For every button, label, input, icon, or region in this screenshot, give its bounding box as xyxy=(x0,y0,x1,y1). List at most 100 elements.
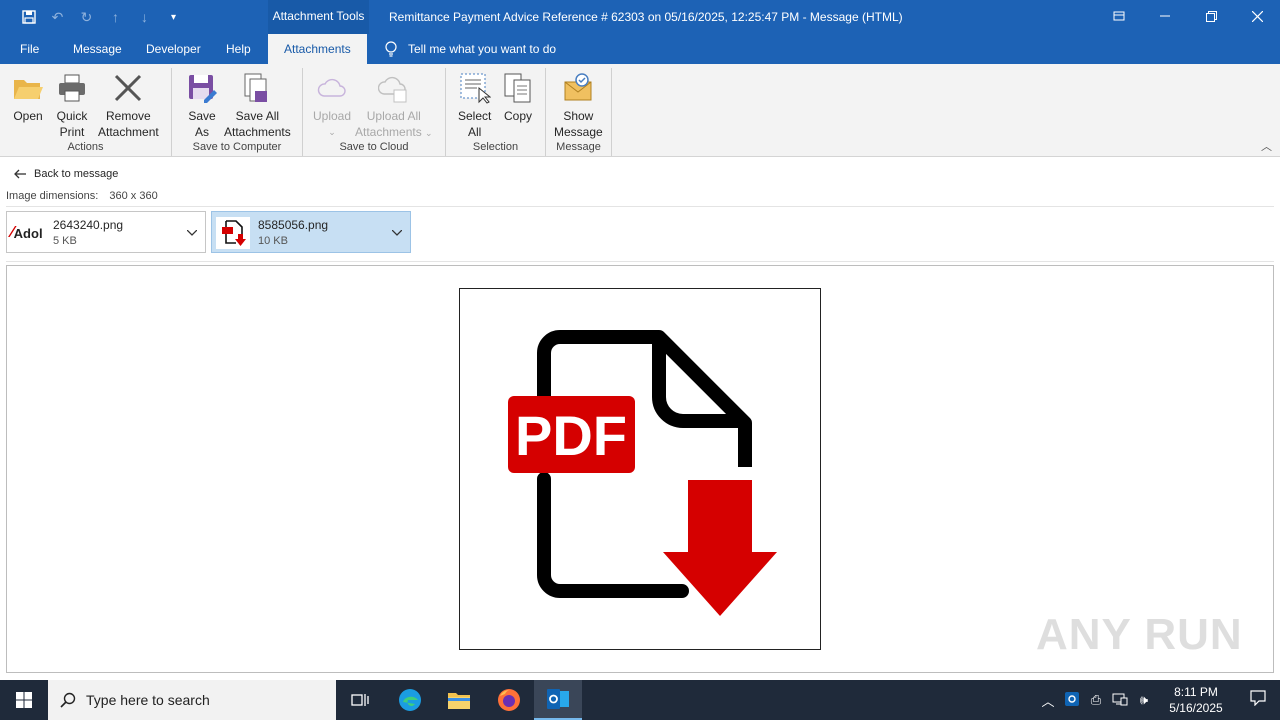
save-to-computer-group: Save As Save All Attachments Save to Com… xyxy=(172,68,303,156)
chevron-down-icon[interactable] xyxy=(186,225,198,239)
attachment-filename: 8585056.png xyxy=(258,218,329,232)
start-button[interactable] xyxy=(0,680,48,720)
search-icon xyxy=(60,692,76,708)
tell-me-label: Tell me what you want to do xyxy=(408,42,557,56)
tab-developer[interactable]: Developer xyxy=(146,34,201,64)
chevron-up-icon[interactable]: ︿ xyxy=(1036,691,1060,710)
save-as-icon xyxy=(186,72,218,104)
chevron-down-icon[interactable] xyxy=(391,225,403,239)
pdf-label: PDF xyxy=(515,404,627,467)
search-placeholder: Type here to search xyxy=(86,692,210,708)
tell-me-search[interactable]: Tell me what you want to do xyxy=(384,34,556,64)
clock-time: 8:11 PM xyxy=(1174,685,1218,699)
attachment-size: 5 KB xyxy=(53,235,77,247)
dimensions-value: 360 x 360 xyxy=(109,190,158,202)
collapse-ribbon-icon[interactable]: ︿ xyxy=(1261,138,1272,154)
quick-print-button[interactable]: Quick Print xyxy=(56,72,88,140)
quick-access-toolbar: ↶ ↻ ↑ ↓ ▾ xyxy=(14,6,188,28)
taskbar-firefox[interactable] xyxy=(485,680,533,720)
open-button[interactable]: Open xyxy=(12,72,44,124)
ribbon-display-options-icon[interactable] xyxy=(1096,0,1142,32)
taskbar-edge[interactable] xyxy=(386,680,434,720)
show-message-icon xyxy=(562,72,594,104)
save-all-icon xyxy=(241,72,273,104)
tab-attachments[interactable]: Attachments xyxy=(268,34,367,64)
remove-attachment-button[interactable]: Remove Attachment xyxy=(98,72,159,140)
undo-icon[interactable]: ↶ xyxy=(43,6,72,28)
actions-group: Open Quick Print Remove Attachment Actio… xyxy=(0,68,172,156)
attachment-thumbnail: ⁄ Adol xyxy=(11,217,45,249)
attachment-item[interactable]: ⁄ Adol 2643240.png 5 KB xyxy=(6,211,206,253)
attachment-filename: 2643240.png xyxy=(53,218,124,232)
select-all-icon xyxy=(459,72,492,104)
cloud-upload-icon xyxy=(316,72,348,104)
save-all-attachments-button[interactable]: Save All Attachments xyxy=(224,72,291,140)
minimize-button[interactable] xyxy=(1142,0,1188,32)
task-view-button[interactable] xyxy=(336,680,384,720)
ribbon-tabs: File Message Developer Help Attachments … xyxy=(0,34,1280,64)
back-link-label: Back to message xyxy=(34,168,119,180)
upload-all-attachments-button[interactable]: Upload All Attachments ⌄ xyxy=(355,72,433,141)
message-group-label: Message xyxy=(556,141,601,153)
outlook-tray-icon[interactable] xyxy=(1060,691,1084,709)
edge-icon xyxy=(399,689,421,711)
taskbar-search[interactable]: Type here to search xyxy=(48,680,336,720)
customize-qat-icon[interactable]: ▾ xyxy=(159,6,188,28)
copy-button[interactable]: Copy xyxy=(502,72,534,124)
printer-icon xyxy=(56,72,88,104)
upload-button[interactable]: Upload ⌄ xyxy=(313,72,351,140)
window-title: Remittance Payment Advice Reference # 62… xyxy=(389,10,903,24)
actions-group-label: Actions xyxy=(67,141,104,153)
firefox-icon xyxy=(498,689,520,711)
windows-logo-icon xyxy=(16,692,32,708)
anyrun-watermark: ANY RUN xyxy=(1036,610,1243,659)
divider xyxy=(6,261,1274,262)
ribbon: Open Quick Print Remove Attachment Actio… xyxy=(0,64,1280,157)
network-icon[interactable] xyxy=(1108,692,1132,709)
taskbar-file-explorer[interactable] xyxy=(435,680,483,720)
save-to-computer-label: Save to Computer xyxy=(192,141,282,153)
save-to-cloud-group: Upload ⌄ Upload All Attachments ⌄ Save t… xyxy=(303,68,446,156)
clock-date: 5/16/2025 xyxy=(1169,701,1223,715)
divider xyxy=(6,206,1274,207)
save-as-button[interactable]: Save As xyxy=(186,72,218,140)
volume-icon[interactable]: 🕪 xyxy=(1132,692,1156,708)
tab-message[interactable]: Message xyxy=(73,34,122,64)
attachment-size: 10 KB xyxy=(258,235,288,247)
tab-file[interactable]: File xyxy=(20,34,39,64)
taskbar: Type here to search ︿ ⎙ 🕪 8:11 PM 5/16/2… xyxy=(0,680,1280,720)
select-all-button[interactable]: Select All xyxy=(458,72,491,140)
back-to-message-link[interactable]: Back to message xyxy=(14,168,118,180)
remove-x-icon xyxy=(112,72,144,104)
taskbar-outlook[interactable] xyxy=(534,680,582,720)
preview-image: PDF xyxy=(459,288,821,650)
restore-button[interactable] xyxy=(1188,0,1234,32)
up-arrow-icon[interactable]: ↑ xyxy=(101,6,130,28)
redo-icon[interactable]: ↻ xyxy=(72,6,101,28)
folder-icon xyxy=(448,693,470,709)
save-icon[interactable] xyxy=(14,6,43,28)
lightbulb-icon xyxy=(385,41,397,57)
context-tab-group: Attachment Tools xyxy=(268,0,369,34)
save-to-cloud-label: Save to Cloud xyxy=(339,141,409,153)
notifications-icon[interactable] xyxy=(1236,689,1280,711)
selection-group-label: Selection xyxy=(472,141,519,153)
folder-open-icon xyxy=(12,72,44,104)
copy-icon xyxy=(502,72,534,104)
device-icon[interactable]: ⎙ xyxy=(1084,692,1108,708)
down-arrow-icon[interactable]: ↓ xyxy=(130,6,159,28)
outlook-icon xyxy=(547,689,569,709)
cloud-upload-all-icon xyxy=(377,72,410,104)
show-message-button[interactable]: Show Message xyxy=(554,72,603,140)
dimensions-label: Image dimensions: xyxy=(6,190,99,202)
close-button[interactable] xyxy=(1234,0,1280,32)
selection-group: Select All Copy Selection xyxy=(446,68,546,156)
attachment-item-selected[interactable]: 8585056.png 10 KB xyxy=(211,211,411,253)
pdf-file-thumbnail xyxy=(216,217,250,249)
image-dimensions: Image dimensions: 360 x 360 xyxy=(6,190,158,202)
tab-help[interactable]: Help xyxy=(226,34,251,64)
system-tray: ︿ ⎙ 🕪 8:11 PM 5/16/2025 xyxy=(1036,680,1280,720)
clock[interactable]: 8:11 PM 5/16/2025 xyxy=(1156,684,1236,716)
back-arrow-icon xyxy=(14,169,26,179)
message-group: Show Message Message xyxy=(546,68,612,156)
